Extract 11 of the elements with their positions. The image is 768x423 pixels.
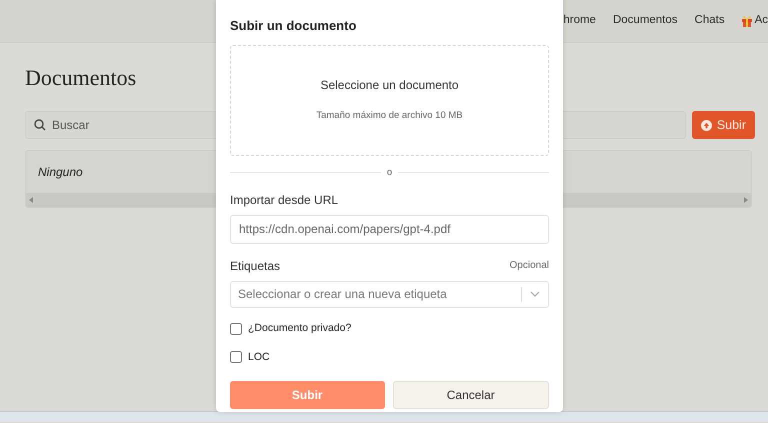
divider-text: o <box>386 166 392 180</box>
dropzone-hint: Tamaño máximo de archivo 10 MB <box>316 109 463 124</box>
optional-note: Opcional <box>510 259 549 274</box>
checkbox-label: LOC <box>248 350 270 365</box>
checkbox-label: ¿Documento privado? <box>248 320 352 336</box>
field-label: Importar desde URL <box>230 192 340 209</box>
modal-title: Subir un documento <box>230 18 358 34</box>
page-title: Documentos <box>25 65 136 92</box>
dropzone-title: Seleccione un documento <box>320 77 459 94</box>
table-cell-text: Ninguno <box>37 164 84 182</box>
field-label: Etiquetas <box>230 258 280 275</box>
